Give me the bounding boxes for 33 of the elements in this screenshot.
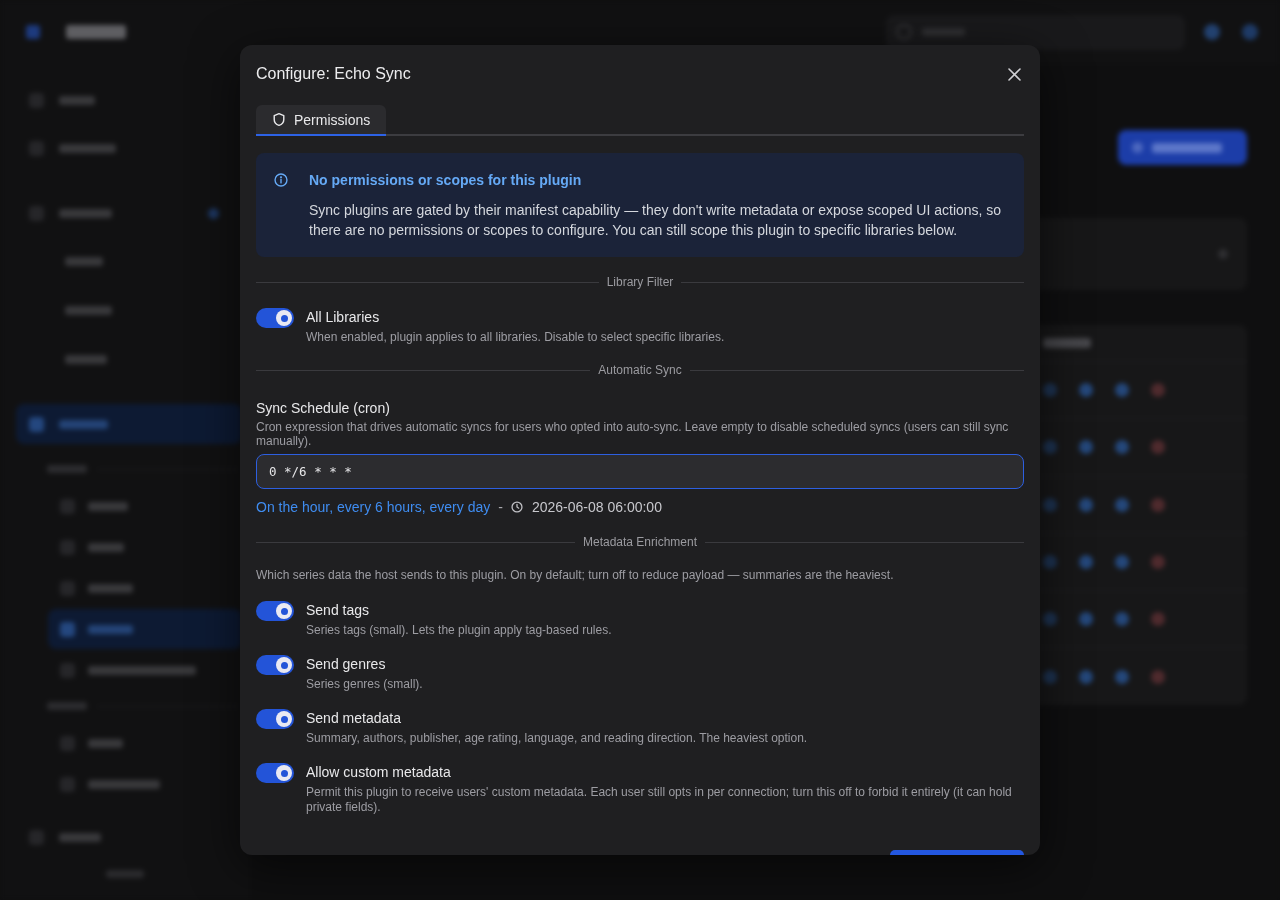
section-heading: Library Filter [606, 274, 674, 290]
switch-label: All Libraries [306, 308, 381, 327]
switch-description: Summary, authors, publisher, age rating, language, and reading direction. The heaviest option. [306, 731, 809, 746]
notice-text: Sync plugins are gated by their manifest capability — they don't write metadata or expose scoped UI actions, so there are no permissions or scopes to configure. You can still scope this plugin to specific libraries below. [309, 201, 1003, 240]
cron-input[interactable]: 0 */6 * * * [256, 454, 1024, 489]
schedule-summary: On the hour, every 6 hours, every day [256, 498, 491, 517]
switch-label: Send genres [306, 655, 387, 674]
switch-description: Series tags (small). Lets the plugin apply tag-based rules. [306, 623, 613, 638]
switch-description: Series genres (small). [306, 677, 424, 692]
switch-label: Allow custom metadata [306, 763, 452, 782]
switch-description: When enabled, plugin applies to all libraries. Disable to select specific libraries. [306, 330, 726, 345]
dash-separator: - [498, 498, 503, 517]
info-icon [274, 173, 288, 187]
switch-label: Send metadata [306, 709, 402, 728]
toggle-switch[interactable] [256, 655, 294, 675]
section-description: Which series data the host sends to this plugin. On by default; turn off to reduce payload — summaries are the heaviest. [256, 567, 895, 583]
notice-title: No permissions or scopes for this plugin [309, 171, 583, 190]
toggle-switch[interactable] [256, 308, 294, 328]
tab[interactable]: Permissions [256, 105, 387, 136]
clock-icon [510, 501, 523, 513]
shield-icon [273, 113, 285, 126]
field-label: Sync Schedule (cron) [256, 399, 391, 418]
switch-label: Send tags [306, 601, 371, 620]
next-run-time: 2026-06-08 06:00:00 [531, 498, 662, 517]
close-icon [1007, 67, 1021, 81]
section-heading: Metadata Enrichment [582, 534, 698, 550]
toggle-switch[interactable] [256, 709, 294, 729]
field-description: Cron expression that drives automatic syncs for users who opted into auto-sync. Leave empty to disable scheduled syncs (users can still sync manually). [256, 420, 1010, 448]
toggle-switch[interactable] [256, 763, 294, 783]
section-heading: Automatic Sync [598, 362, 682, 378]
dialog-title: Configure: Echo Sync [256, 64, 411, 84]
switch-description: Permit this plugin to receive users' custom metadata. Each user still opts in per connection; turn this off to forbid it entirely (it can hold private fields). [306, 785, 1013, 815]
toggle-switch[interactable] [256, 601, 294, 621]
